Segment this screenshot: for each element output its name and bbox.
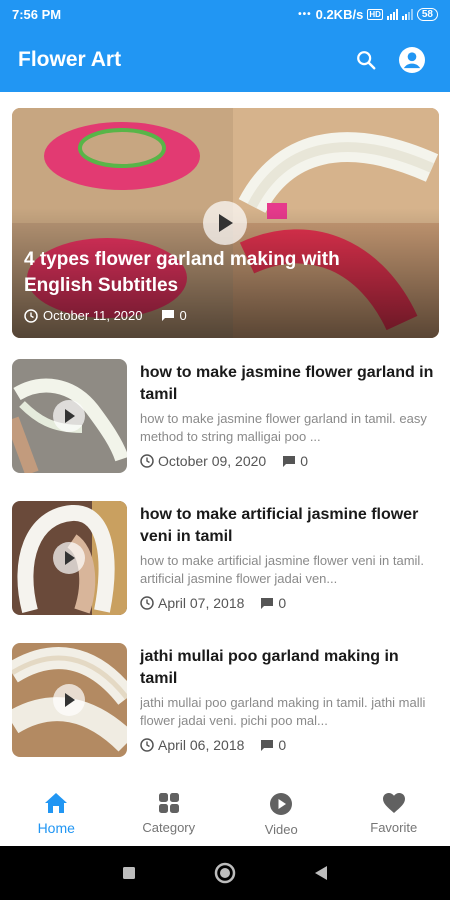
video-description: jathi mullai poo garland making in tamil… xyxy=(140,695,426,728)
status-icons: ••• 0.2KB/s HD 58 xyxy=(298,7,438,22)
nav-category-label: Category xyxy=(142,820,196,835)
favorite-icon xyxy=(382,793,405,813)
recents-icon[interactable] xyxy=(122,866,136,880)
play-icon xyxy=(65,693,75,707)
featured-title: 4 types flower garland making with Engli… xyxy=(24,249,340,296)
video-feed[interactable]: 4 types flower garland making with Engli… xyxy=(0,92,450,774)
featured-video-card[interactable]: 4 types flower garland making with Engli… xyxy=(12,108,439,338)
video-description: how to make jasmine flower garland in ta… xyxy=(140,411,427,444)
video-date: April 07, 2018 xyxy=(158,595,245,611)
clock-icon xyxy=(140,596,154,610)
account-button[interactable] xyxy=(392,40,432,80)
featured-comment-count: 0 xyxy=(179,308,187,323)
play-button[interactable] xyxy=(53,400,85,432)
search-button[interactable] xyxy=(346,40,386,80)
comment-icon xyxy=(283,455,296,467)
signal-icon xyxy=(386,8,398,20)
clock-icon xyxy=(24,308,38,323)
video-list-item[interactable]: jathi mullai poo garland making in tamil… xyxy=(12,643,438,757)
video-list-item[interactable]: how to make artificial jasmine flower ve… xyxy=(12,501,438,615)
video-thumbnail xyxy=(12,643,127,757)
featured-play-button[interactable] xyxy=(203,201,247,245)
video-comment-count: 0 xyxy=(278,595,287,611)
video-date: October 09, 2020 xyxy=(158,453,267,469)
status-bar: 7:56 PM ••• 0.2KB/s HD 58 xyxy=(0,0,450,28)
category-icon xyxy=(158,793,179,813)
battery-icon: 58 xyxy=(416,7,438,21)
play-button[interactable] xyxy=(53,684,85,716)
video-icon xyxy=(270,793,293,815)
video-title: how to make jasmine flower garland in ta… xyxy=(140,364,434,403)
system-navigation-bar xyxy=(0,846,450,900)
back-icon[interactable] xyxy=(314,865,328,881)
network-speed: 0.2KB/s xyxy=(315,6,364,22)
home-system-icon[interactable] xyxy=(214,862,236,884)
video-thumbnail xyxy=(12,359,127,473)
nav-home-label: Home xyxy=(37,820,75,836)
featured-meta: October 11, 2020 0 xyxy=(24,308,187,323)
clock-icon xyxy=(140,454,154,468)
search-icon xyxy=(357,51,376,70)
app-bar: Flower Art xyxy=(0,28,450,92)
video-date: April 06, 2018 xyxy=(158,737,245,753)
comment-icon xyxy=(161,310,174,321)
video-title: jathi mullai poo garland making in tamil xyxy=(140,648,399,687)
account-icon xyxy=(399,47,425,73)
comment-icon xyxy=(261,597,274,609)
video-thumbnail xyxy=(12,501,127,615)
more-dots-icon: ••• xyxy=(298,8,312,20)
volte-icon: HD xyxy=(367,8,383,20)
status-time: 7:56 PM xyxy=(12,6,62,22)
app-title: Flower Art xyxy=(18,48,122,71)
nav-category[interactable]: Category xyxy=(113,774,226,846)
video-comment-count: 0 xyxy=(278,737,287,753)
play-icon xyxy=(65,409,75,423)
nav-home[interactable]: Home xyxy=(0,774,113,846)
comment-icon xyxy=(261,739,274,751)
bottom-navigation: Home Category Video Favorite xyxy=(0,774,450,846)
play-icon xyxy=(65,551,75,565)
signal-icon-2 xyxy=(401,8,413,20)
video-meta: October 09, 2020 0 xyxy=(140,453,308,469)
nav-favorite[interactable]: Favorite xyxy=(338,774,450,846)
nav-video[interactable]: Video xyxy=(225,774,338,846)
video-description: how to make artificial jasmine flower ve… xyxy=(140,553,424,586)
video-list-item[interactable]: how to make jasmine flower garland in ta… xyxy=(12,359,438,473)
video-title: how to make artificial jasmine flower ve… xyxy=(140,506,419,545)
nav-favorite-label: Favorite xyxy=(370,820,418,835)
play-button[interactable] xyxy=(53,542,85,574)
featured-date: October 11, 2020 xyxy=(43,308,143,323)
nav-video-label: Video xyxy=(264,822,298,837)
video-meta: April 07, 2018 0 xyxy=(140,595,286,611)
video-meta: April 06, 2018 0 xyxy=(140,737,286,753)
clock-icon xyxy=(140,738,154,752)
video-comment-count: 0 xyxy=(300,453,308,469)
play-icon xyxy=(219,214,233,232)
home-icon xyxy=(45,793,68,813)
